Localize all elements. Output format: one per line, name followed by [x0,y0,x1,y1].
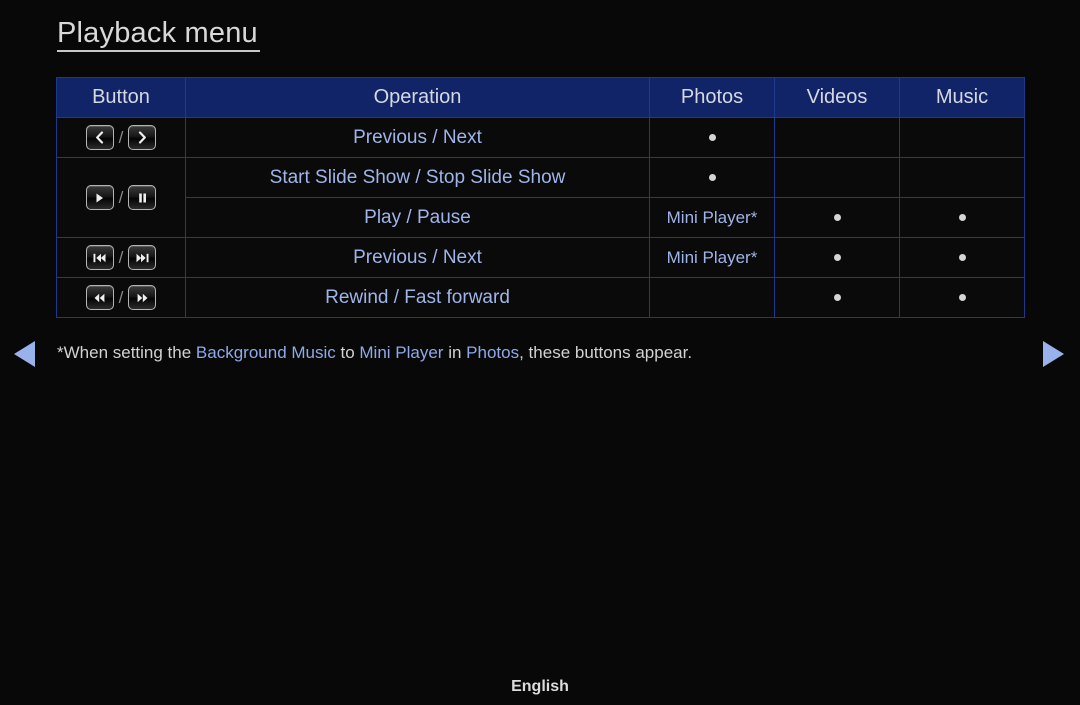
button-cell: / [56,157,186,238]
music-cell [899,277,1025,318]
photos-cell: Mini Player* [649,237,775,278]
table-header-row: Button Operation Photos Videos Music [56,77,1025,118]
skip-next-icon[interactable] [128,245,157,270]
videos-cell [774,157,900,198]
page-title-text: Playback menu [57,17,258,49]
rewind-icon[interactable] [85,285,114,310]
button-separator: / [118,188,124,207]
photos-cell: Mini Player* [649,197,775,238]
support-dot [958,213,966,221]
support-dot [708,173,716,181]
table-row: / Rewind / Fast forward [56,277,1025,318]
title-underline [57,50,260,52]
videos-cell [774,277,900,318]
operation-label: Rewind / Fast forward [185,277,650,318]
support-dot [833,253,841,261]
footnote-term-background-music: Background Music [195,343,336,362]
music-cell [899,237,1025,278]
operation-label: Start Slide Show / Stop Slide Show [185,157,650,198]
footnote: *When setting the Background Music to Mi… [57,341,987,365]
column-header-music: Music [899,77,1025,118]
photos-cell [649,117,775,158]
button-separator: / [118,128,124,147]
table-row: / Previous / Next Mini Player* [56,237,1025,278]
videos-cell [774,237,900,278]
support-dot [833,293,841,301]
skip-previous-icon[interactable] [85,245,114,270]
previous-page-arrow[interactable] [14,341,35,367]
support-dot [833,213,841,221]
column-header-button: Button [56,77,186,118]
playback-shortcut-table: Button Operation Photos Videos Music / P… [56,77,1025,318]
music-cell [899,157,1025,198]
photos-cell [649,277,775,318]
column-header-photos: Photos [649,77,775,118]
next-page-arrow[interactable] [1043,341,1064,367]
next-chevron-icon[interactable] [128,125,157,150]
button-separator: / [118,248,124,267]
table-row: / Previous / Next [56,117,1025,158]
footnote-part-3: in [443,343,467,362]
support-dot [958,253,966,261]
footnote-part-1: *When setting the [57,343,196,362]
footnote-term-mini-player: Mini Player [359,343,444,362]
table-row: Play / Pause Mini Player* [57,197,1025,238]
button-cell: / [56,117,186,158]
operation-label: Play / Pause [185,197,650,238]
button-cell: / [56,237,186,278]
language-label: English [511,678,569,695]
support-dot [958,293,966,301]
operation-label: Previous / Next [185,117,650,158]
column-header-operation: Operation [185,77,650,118]
pause-icon[interactable] [128,185,157,210]
footnote-term-photos: Photos [466,343,520,362]
music-cell [899,117,1025,158]
prev-chevron-icon[interactable] [85,125,114,150]
fast-forward-icon[interactable] [128,285,157,310]
play-icon[interactable] [85,185,114,210]
table-row: / Start Slide Show / Stop Slide Show [56,157,1025,238]
photos-cell [649,157,775,198]
button-cell: / [56,277,186,318]
music-cell [899,197,1025,238]
button-separator: / [118,288,124,307]
footnote-part-2: to [335,343,360,362]
column-header-videos: Videos [774,77,900,118]
table-body: / Previous / Next / Start Slide Show / S… [56,117,1025,318]
videos-cell [774,197,900,238]
support-dot [708,133,716,141]
footnote-part-4: , these buttons appear. [519,343,693,362]
operation-label: Previous / Next [185,237,650,278]
videos-cell [774,117,900,158]
